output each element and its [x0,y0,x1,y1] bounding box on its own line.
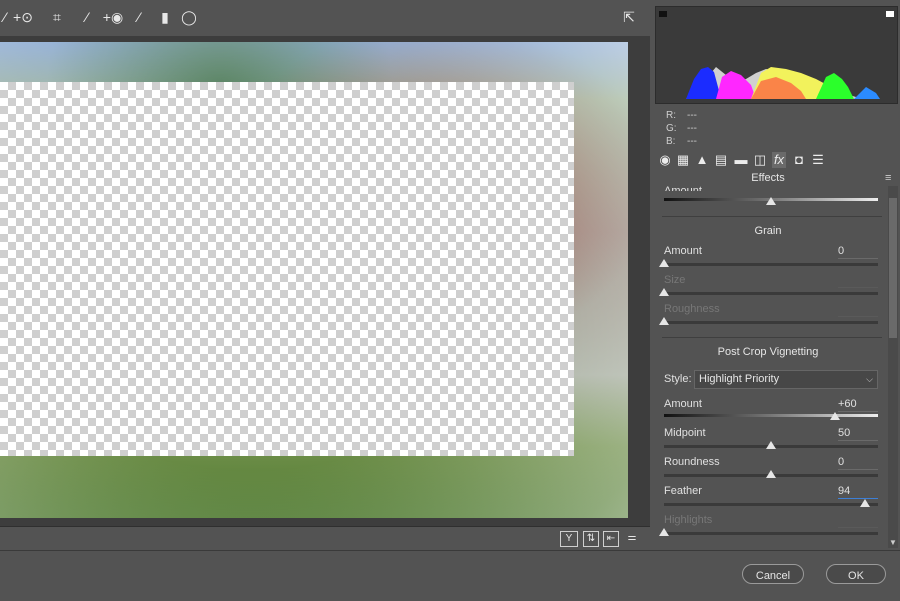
image-canvas[interactable] [0,36,650,526]
b-value: --- [687,136,697,147]
vignette-amount-label: Amount [664,398,702,410]
spot-removal-tool-icon[interactable]: ⁄ [78,8,96,26]
lens-corrections-tab-icon[interactable]: ◫ [753,152,767,168]
top-partial-label: Amount [664,185,702,191]
crop-tool-icon[interactable]: ⌗ [48,8,66,26]
grain-amount-track[interactable] [664,263,878,266]
style-select-value: Highlight Priority [699,373,780,385]
grain-roughness-label: Roughness [664,303,720,315]
histogram [655,6,898,104]
g-value: --- [687,123,697,134]
grain-roughness-value [838,303,878,317]
adjustment-brush-icon[interactable]: ⁄ [130,8,148,26]
hsl-tab-icon[interactable]: ▤ [714,152,728,168]
panel-tabs: ◉ ▦ ▲ ▤ ▬ ◫ fx ◘ ☰ [652,150,900,172]
highlights-thumb [659,528,669,536]
panel-header: Effects [751,172,785,184]
vignette-amount-value[interactable]: +60 [838,398,878,412]
preview-preferences-button[interactable]: ⚌ [624,531,640,545]
divider [662,337,882,338]
cancel-button[interactable]: Cancel [742,564,804,584]
canvas-bottom-bar: Y ⇅ ⇤ ⚌ [0,526,650,549]
open-export-icon[interactable]: ⇱ [620,8,638,26]
grain-title: Grain [754,225,782,237]
roundness-label: Roundness [664,456,720,468]
basic-tab-icon[interactable]: ◉ [658,152,672,168]
camera-calibration-tab-icon[interactable]: ◘ [792,152,806,168]
midpoint-thumb[interactable] [766,441,776,449]
tone-curve-tab-icon[interactable]: ▦ [676,152,690,168]
vignetting-title: Post Crop Vignetting [717,346,819,358]
grain-size-label: Size [664,274,686,286]
style-select[interactable]: Highlight Priority ⌵ [694,370,878,389]
feather-thumb[interactable] [860,499,871,507]
highlights-label: Highlights [664,514,713,526]
chevron-down-icon: ⌵ [866,374,873,384]
color-sampler-tool-icon[interactable]: +⊙ [12,8,34,26]
ok-button[interactable]: OK [826,564,886,584]
copy-settings-button[interactable]: ⇤ [603,531,619,547]
vignette-amount-track[interactable] [664,414,878,417]
scroll-down-icon[interactable]: ▼ [888,538,898,548]
feather-track[interactable] [664,503,878,506]
midpoint-label: Midpoint [664,427,706,439]
radial-filter-icon[interactable]: ◯ [180,8,198,26]
adjustments-panel: R: --- G: --- B: --- ◉ ▦ ▲ ▤ ▬ ◫ fx ◘ ☰ … [652,0,900,550]
feather-label: Feather [664,485,702,497]
grain-roughness-thumb [659,317,669,325]
highlights-track [664,532,878,535]
vignette-amount-thumb[interactable] [830,412,841,420]
grain-amount-thumb[interactable] [659,259,669,267]
grain-size-value [838,274,878,288]
swap-settings-button[interactable]: ⇅ [583,531,599,547]
scrollbar-thumb[interactable] [889,198,897,338]
red-eye-tool-icon[interactable]: +◉ [102,8,124,26]
rgb-readout: R: --- G: --- B: --- [655,104,896,148]
b-label: B: [666,136,676,147]
divider [662,216,882,217]
grain-amount-label: Amount [664,245,702,257]
before-after-y-button[interactable]: Y [560,531,578,547]
split-toning-tab-icon[interactable]: ▬ [734,152,748,168]
detail-tab-icon[interactable]: ▲ [695,152,709,168]
transparent-area [0,82,574,456]
toolbar: ⁄ +⊙ ⌗ ⁄ +◉ ⁄ ▮ ◯ ⇱ [0,0,650,36]
feather-value[interactable]: 94 [838,485,878,499]
r-value: --- [687,110,697,121]
highlights-value [838,514,878,528]
panel-scrollbar[interactable]: ▼ [888,186,898,548]
grain-amount-value[interactable]: 0 [838,245,878,259]
effects-tab-icon[interactable]: fx [772,152,786,168]
grain-size-track [664,292,878,295]
panel-menu-icon[interactable]: ≡ [885,173,897,184]
roundness-value[interactable]: 0 [838,456,878,470]
presets-tab-icon[interactable]: ☰ [811,152,825,168]
histogram-graph [659,11,894,99]
g-label: G: [666,123,677,134]
graduated-filter-icon[interactable]: ▮ [156,8,174,26]
style-label: Style: [664,373,692,385]
top-partial-thumb[interactable] [766,197,776,205]
grain-size-thumb [659,288,669,296]
r-label: R: [666,110,676,121]
roundness-thumb[interactable] [766,470,776,478]
midpoint-value[interactable]: 50 [838,427,878,441]
grain-roughness-track [664,321,878,324]
